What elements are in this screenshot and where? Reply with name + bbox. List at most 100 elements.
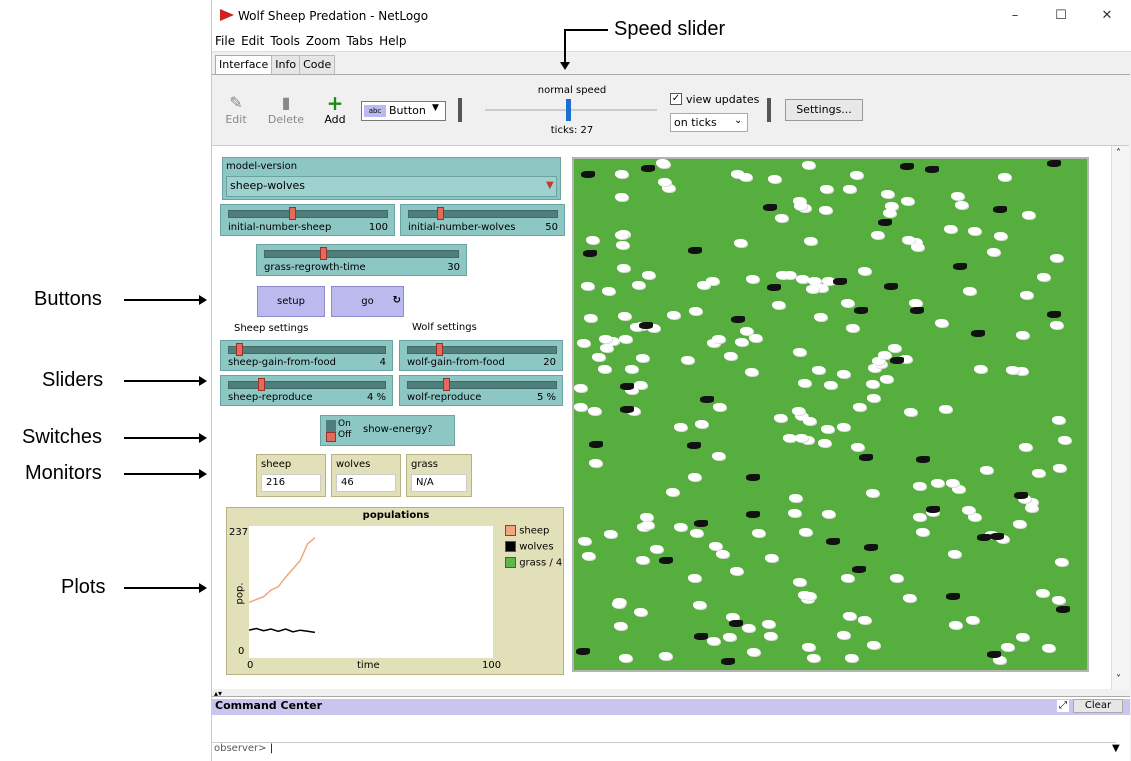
sheep-agent xyxy=(693,601,706,609)
tab-bar: Interface Info Code xyxy=(215,55,336,75)
view-updates-checkbox[interactable]: ✓ xyxy=(670,93,682,105)
slider-thumb[interactable] xyxy=(289,207,297,220)
sheep-agent xyxy=(909,299,922,307)
sheep-agent xyxy=(641,521,654,529)
tab-info[interactable]: Info xyxy=(271,55,301,74)
slider-wolf-gain-from-food[interactable]: wolf-gain-from-food 20 xyxy=(399,340,563,371)
plot-xmax: 100 xyxy=(482,660,502,671)
menu-tools[interactable]: Tools xyxy=(267,32,303,50)
close-button[interactable]: ✕ xyxy=(1096,6,1118,26)
sheep-agent xyxy=(987,248,1000,256)
slider-thumb[interactable] xyxy=(435,343,443,356)
annotation-buttons: Buttons xyxy=(34,288,102,310)
world-view[interactable] xyxy=(572,157,1089,672)
edit-button[interactable]: ✎ Edit xyxy=(216,93,256,126)
menu-edit[interactable]: Edit xyxy=(238,32,267,50)
sheep-agent xyxy=(636,354,649,362)
wolf-agent xyxy=(1056,606,1070,613)
wolf-agent xyxy=(946,593,960,600)
scroll-down-icon[interactable]: ˅ xyxy=(1116,674,1121,685)
update-mode-select[interactable]: on ticks ⌄ xyxy=(670,113,748,132)
trash-icon: ▮ xyxy=(281,93,291,112)
sheep-agent xyxy=(843,185,856,193)
pencil-icon: ✎ xyxy=(229,93,243,112)
sheep-agent xyxy=(739,173,752,181)
speed-slider-thumb[interactable] xyxy=(566,99,571,121)
sheep-agent xyxy=(772,301,785,309)
speed-slider-track[interactable] xyxy=(485,109,657,111)
wolf-agent xyxy=(620,406,634,413)
widget-type-select[interactable]: abc Button ▼ xyxy=(361,101,446,121)
sheep-agent xyxy=(843,612,856,620)
tab-interface[interactable]: Interface xyxy=(215,55,273,75)
slider-thumb[interactable] xyxy=(258,378,266,391)
tab-code[interactable]: Code xyxy=(299,55,336,74)
sheep-agent xyxy=(723,633,736,641)
scroll-up-icon[interactable]: ˄ xyxy=(1116,148,1121,159)
plot-ymin: 0 xyxy=(238,646,245,657)
sheep-agent xyxy=(774,414,787,422)
sheep-agent xyxy=(1050,321,1063,329)
settings-button[interactable]: Settings... xyxy=(785,99,863,121)
menu-zoom[interactable]: Zoom xyxy=(303,32,344,50)
delete-button[interactable]: ▮ Delete xyxy=(266,93,306,126)
wolf-agent xyxy=(987,651,1001,658)
slider-sheep-reproduce[interactable]: sheep-reproduce 4 % xyxy=(220,375,393,406)
slider-wolf-reproduce[interactable]: wolf-reproduce 5 % xyxy=(399,375,563,406)
sheep-agent xyxy=(948,550,961,558)
sheep-agent xyxy=(820,185,833,193)
menu-help[interactable]: Help xyxy=(376,32,409,50)
go-button[interactable]: go ↻ xyxy=(331,286,404,317)
sheep-agent xyxy=(582,552,595,560)
chevron-down-icon: ▼ xyxy=(432,103,439,113)
slider-sheep-gain-from-food[interactable]: sheep-gain-from-food 4 xyxy=(220,340,393,371)
command-input[interactable]: | xyxy=(270,743,273,754)
wolf-agent xyxy=(925,166,939,173)
slider-initial-number-wolves[interactable]: initial-number-wolves 50 xyxy=(400,204,565,236)
slider-thumb[interactable] xyxy=(235,343,243,356)
menu-tabs[interactable]: Tabs xyxy=(344,32,377,50)
maximize-button[interactable]: ☐ xyxy=(1050,6,1072,26)
wolf-agent xyxy=(1047,311,1061,318)
wolf-agent xyxy=(581,171,595,178)
sheep-agent xyxy=(788,509,801,517)
sheep-agent xyxy=(747,648,760,656)
slider-grass-regrowth-time[interactable]: grass-regrowth-time 30 xyxy=(256,244,467,276)
slider-thumb[interactable] xyxy=(442,378,450,391)
sheep-agent xyxy=(913,513,926,521)
show-energy-switch[interactable]: On Off show-energy? xyxy=(320,415,455,446)
setup-button[interactable]: setup xyxy=(257,286,325,317)
minimize-button[interactable]: – xyxy=(1004,6,1026,26)
expand-icon[interactable]: ⤢ xyxy=(1057,700,1069,712)
sheep-agent xyxy=(667,311,680,319)
monitor-grass: grass N/A xyxy=(406,454,472,497)
sheep-agent xyxy=(688,473,701,481)
command-input-row[interactable]: observer> | xyxy=(212,742,1116,758)
sheep-agent xyxy=(812,366,825,374)
sheep-agent xyxy=(935,319,948,327)
vertical-scrollbar[interactable]: ˄ ˅ xyxy=(1111,146,1129,690)
sheep-agent xyxy=(642,271,655,279)
sheep-agent xyxy=(944,225,957,233)
menu-file[interactable]: File xyxy=(212,32,238,50)
slider-thumb[interactable] xyxy=(436,207,444,220)
slider-thumb[interactable] xyxy=(320,247,328,260)
chevron-down-icon[interactable]: ▼ xyxy=(1112,743,1120,754)
forever-loop-icon: ↻ xyxy=(392,295,401,306)
sheep-agent xyxy=(712,452,725,460)
clear-button[interactable]: Clear xyxy=(1073,699,1123,713)
add-button[interactable]: + Add xyxy=(315,93,355,126)
sheep-agent xyxy=(598,365,611,373)
sheep-agent xyxy=(793,578,806,586)
sheep-agent xyxy=(762,620,775,628)
plot-ymax: 237 xyxy=(229,527,249,538)
populations-plot: populations 237 0 pop. 0 100 time sheep … xyxy=(226,507,564,675)
wolf-agent xyxy=(659,557,673,564)
plot-xlabel: time xyxy=(357,660,380,671)
sheep-agent xyxy=(742,624,755,632)
slider-initial-number-sheep[interactable]: initial-number-sheep 100 xyxy=(220,204,395,236)
sheep-agent xyxy=(974,365,987,373)
switch-thumb[interactable] xyxy=(326,432,336,442)
model-version-chooser[interactable]: model-version sheep-wolves ▼ xyxy=(222,157,561,200)
sheep-agent xyxy=(745,368,758,376)
